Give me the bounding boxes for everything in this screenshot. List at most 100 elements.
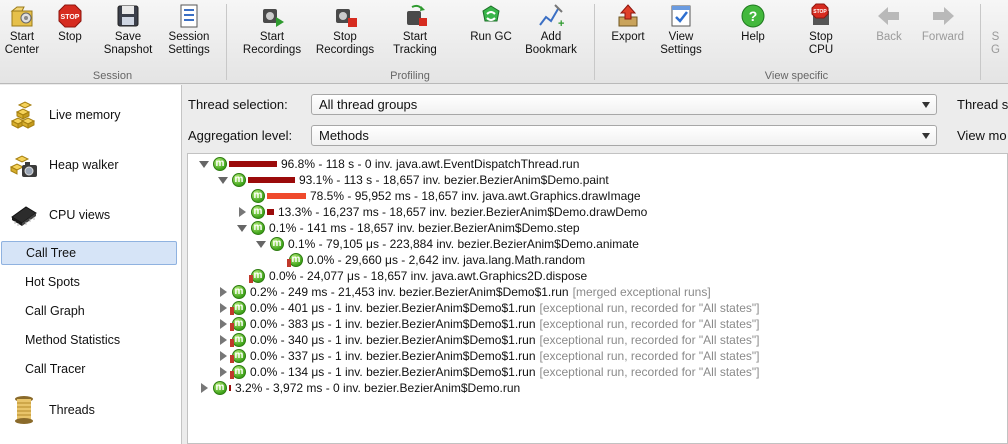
sidebar-item-call-graph[interactable]: Call Graph bbox=[0, 299, 176, 323]
run-gc-button[interactable]: Run GC bbox=[464, 0, 518, 64]
tree-node[interactable]: m 0.0% - 134 μs - 1 inv. bezier.BezierAni… bbox=[217, 364, 759, 380]
tree-node[interactable]: m 0.1% - 141 ms - 18,657 inv. bezier.Bezi… bbox=[236, 220, 580, 236]
sidebar-section-live-memory[interactable]: Live memory bbox=[0, 95, 182, 135]
add-bookmark-button[interactable]: + Add Bookmark bbox=[520, 0, 582, 64]
tree-node[interactable]: m 0.0% - 383 μs - 1 inv. bezier.BezierAni… bbox=[217, 316, 759, 332]
start-center-icon bbox=[10, 6, 33, 27]
expand-open-icon[interactable] bbox=[217, 174, 229, 186]
stop-recordings-label-2: Recordings bbox=[315, 44, 375, 56]
tree-node-note: [exceptional run, recorded for "All stat… bbox=[539, 333, 760, 347]
tree-node[interactable]: m 0.0% - 29,660 μs - 2,642 inv. java.lang… bbox=[274, 252, 585, 268]
tree-node[interactable]: m 0.0% - 24,077 μs - 18,657 inv. java.awt… bbox=[236, 268, 587, 284]
stop-cpu-label-1: Stop bbox=[809, 31, 833, 43]
tree-node-note: [exceptional run, recorded for "All stat… bbox=[539, 301, 760, 315]
stop-button[interactable]: STOP Stop bbox=[48, 0, 92, 64]
view-settings-icon bbox=[671, 5, 691, 27]
tree-node[interactable]: m 0.1% - 79,105 μs - 223,884 inv. bezier.… bbox=[255, 236, 639, 252]
tree-node-text: 0.0% - 401 μs - 1 inv. bezier.BezierAnim… bbox=[250, 301, 536, 315]
expand-closed-icon[interactable] bbox=[236, 206, 248, 218]
view-settings-button[interactable]: View Settings bbox=[655, 0, 707, 64]
tree-node[interactable]: m 93.1% - 113 s - 18,657 inv. bezier.Bezi… bbox=[217, 172, 609, 188]
sidebar-section-cpu-views[interactable]: CPU views bbox=[0, 195, 182, 235]
expand-closed-icon[interactable] bbox=[217, 286, 229, 298]
stop-label: Stop bbox=[58, 31, 82, 43]
tree-node[interactable]: m 0.0% - 340 μs - 1 inv. bezier.BezierAni… bbox=[217, 332, 759, 348]
start-tracking-button[interactable]: Start Tracking bbox=[383, 0, 447, 64]
tree-node[interactable]: m 0.0% - 401 μs - 1 inv. bezier.BezierAni… bbox=[217, 300, 759, 316]
tree-node[interactable]: m 78.5% - 95,952 ms - 18,657 inv. java.aw… bbox=[236, 188, 641, 204]
sidebar-section-threads[interactable]: Threads bbox=[0, 390, 182, 430]
partial-button[interactable]: S G bbox=[983, 0, 1008, 64]
view-specific-group: Export View Settings ? Help STOP Stop CP… bbox=[595, 0, 1008, 84]
partial-label-1: S bbox=[991, 31, 1000, 43]
add-bookmark-label-2: Bookmark bbox=[525, 44, 577, 56]
recycle-icon bbox=[482, 5, 500, 22]
tree-node[interactable]: m 3.2% - 3,972 ms - 0 inv. bezier.BezierA… bbox=[198, 380, 520, 396]
tree-node-text: 0.0% - 340 μs - 1 inv. bezier.BezierAnim… bbox=[250, 333, 536, 347]
expand-closed-icon[interactable] bbox=[198, 382, 210, 394]
save-snapshot-label-1: Save bbox=[114, 31, 142, 43]
stop-recordings-button[interactable]: Stop Recordings bbox=[313, 0, 377, 64]
tree-node-text: 0.0% - 134 μs - 1 inv. bezier.BezierAnim… bbox=[250, 365, 536, 379]
tree-node-text: 0.0% - 383 μs - 1 inv. bezier.BezierAnim… bbox=[250, 317, 536, 331]
help-label: Help bbox=[741, 31, 765, 43]
tree-node-note: [exceptional run, recorded for "All stat… bbox=[539, 317, 760, 331]
gold-bars-icon bbox=[10, 101, 36, 129]
tree-node[interactable]: m 13.3% - 16,237 ms - 18,657 inv. bezier.… bbox=[236, 204, 647, 220]
expand-open-icon[interactable] bbox=[198, 158, 210, 170]
thread-selection-dropdown[interactable]: All thread groups bbox=[311, 94, 937, 115]
tree-node-text: 0.1% - 79,105 μs - 223,884 inv. bezier.B… bbox=[288, 237, 639, 251]
method-icon: m bbox=[232, 173, 246, 187]
save-snapshot-label-2: Snapshot bbox=[103, 44, 153, 56]
method-icon: m bbox=[251, 221, 265, 235]
chevron-down-icon bbox=[922, 102, 930, 108]
start-recordings-button[interactable]: Start Recordings bbox=[240, 0, 304, 64]
time-percentage-bar bbox=[267, 209, 274, 215]
sidebar-item-call-tree[interactable]: Call Tree bbox=[1, 241, 177, 265]
forward-label: Forward bbox=[921, 31, 965, 43]
tree-node-note: [merged exceptional runs] bbox=[572, 285, 711, 299]
save-snapshot-button[interactable]: Save Snapshot bbox=[98, 0, 158, 64]
back-button[interactable]: Back bbox=[867, 0, 911, 64]
tree-node-text: 0.0% - 29,660 μs - 2,642 inv. java.lang.… bbox=[307, 253, 586, 267]
expand-closed-icon[interactable] bbox=[217, 302, 229, 314]
export-button[interactable]: Export bbox=[605, 0, 651, 64]
time-percentage-bar bbox=[267, 193, 306, 199]
start-recordings-label-2: Recordings bbox=[242, 44, 302, 56]
aggregation-level-dropdown[interactable]: Methods bbox=[311, 125, 937, 146]
start-center-button[interactable]: Start Center bbox=[0, 0, 44, 64]
stop-cpu-button[interactable]: STOP Stop CPU bbox=[799, 0, 843, 64]
help-button[interactable]: ? Help bbox=[731, 0, 775, 64]
add-bookmark-icon: + bbox=[539, 4, 564, 29]
tree-node-text: 0.1% - 141 ms - 18,657 inv. bezier.Bezie… bbox=[269, 221, 580, 235]
heap-walker-icon bbox=[9, 155, 37, 177]
floppy-disk-icon bbox=[117, 5, 139, 27]
tree-node[interactable]: m 0.2% - 249 ms - 21,453 inv. bezier.Bezi… bbox=[217, 284, 711, 300]
start-tracking-label-1: Start bbox=[402, 31, 428, 43]
svg-text:?: ? bbox=[749, 8, 758, 24]
expand-closed-icon[interactable] bbox=[217, 366, 229, 378]
forward-button[interactable]: Forward bbox=[915, 0, 971, 64]
expand-closed-icon[interactable] bbox=[217, 334, 229, 346]
call-tree[interactable]: m 96.8% - 118 s - 0 inv. java.awt.EventDi… bbox=[187, 153, 1008, 444]
method-icon: m bbox=[251, 205, 265, 219]
tree-node-text: 78.5% - 95,952 ms - 18,657 inv. java.awt… bbox=[310, 189, 641, 203]
partial-label-2: G bbox=[991, 44, 1000, 56]
expand-open-icon[interactable] bbox=[236, 222, 248, 234]
sidebar-item-call-tracer[interactable]: Call Tracer bbox=[0, 357, 176, 381]
sidebar-item-method-statistics[interactable]: Method Statistics bbox=[0, 328, 176, 352]
stop-sign-icon: STOP bbox=[58, 4, 82, 28]
tree-node[interactable]: m 96.8% - 118 s - 0 inv. java.awt.EventDi… bbox=[198, 156, 579, 172]
aggregation-level-value: Methods bbox=[319, 128, 369, 143]
sidebar-section-label: Heap walker bbox=[49, 158, 119, 172]
sidebar-section-heap-walker[interactable]: Heap walker bbox=[0, 145, 182, 185]
view-specific-group-label: View specific bbox=[764, 70, 829, 82]
session-settings-button[interactable]: Session Settings bbox=[162, 0, 216, 64]
back-label: Back bbox=[876, 31, 902, 43]
expand-closed-icon[interactable] bbox=[217, 350, 229, 362]
expand-closed-icon[interactable] bbox=[217, 318, 229, 330]
expand-open-icon[interactable] bbox=[255, 238, 267, 250]
sidebar-item-hot-spots[interactable]: Hot Spots bbox=[0, 270, 176, 294]
tree-node[interactable]: m 0.0% - 337 μs - 1 inv. bezier.BezierAni… bbox=[217, 348, 759, 364]
thread-spool-icon bbox=[15, 396, 33, 424]
